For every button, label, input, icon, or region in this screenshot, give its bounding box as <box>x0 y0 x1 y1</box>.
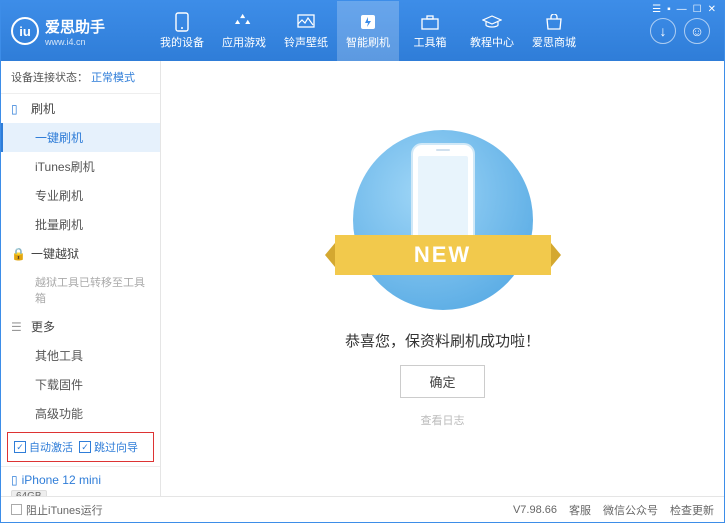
sidebar-item-advanced[interactable]: 高级功能 <box>1 399 160 428</box>
nav-label: 智能刷机 <box>346 34 390 50</box>
main-content: NEW 恭喜您，保资料刷机成功啦！ 确定 查看日志 <box>161 61 724 496</box>
device-info[interactable]: ▯ iPhone 12 mini 64GB Down-12mini-13,1 <box>1 466 160 496</box>
checkbox-label: 跳过向导 <box>94 439 138 455</box>
sidebar-section-jailbreak[interactable]: 🔒 一键越狱 <box>1 239 160 268</box>
success-illustration: NEW <box>353 130 533 310</box>
minimize-icon[interactable]: — <box>677 4 687 15</box>
confirm-button[interactable]: 确定 <box>400 365 484 398</box>
sidebar: 设备连接状态： 正常模式 ▯ 刷机 一键刷机 iTunes刷机 专业刷机 批量刷… <box>1 61 161 496</box>
nav-smart-flash[interactable]: 智能刷机 <box>337 1 399 61</box>
nav-label: 教程中心 <box>470 34 514 50</box>
menu-icon[interactable]: ☰ <box>652 4 661 15</box>
nav-my-device[interactable]: 我的设备 <box>151 1 213 61</box>
sidebar-item-onekey-flash[interactable]: 一键刷机 <box>1 123 160 152</box>
wallpaper-icon <box>296 12 316 32</box>
nav-label: 铃声壁纸 <box>284 34 328 50</box>
nav-ringtones-wallpapers[interactable]: 铃声壁纸 <box>275 1 337 61</box>
sidebar-item-other-tools[interactable]: 其他工具 <box>1 341 160 370</box>
sidebar-item-pro-flash[interactable]: 专业刷机 <box>1 181 160 210</box>
main-nav: 我的设备 应用游戏 铃声壁纸 智能刷机 工具箱 教程中心 <box>151 1 650 61</box>
new-ribbon: NEW <box>335 235 551 275</box>
checkbox-skip-guide[interactable]: ✓跳过向导 <box>79 439 138 455</box>
header-right: ↓ ☺ <box>650 18 714 44</box>
phone-icon <box>172 12 192 32</box>
customer-service-link[interactable]: 客服 <box>569 502 591 518</box>
nav-store[interactable]: 爱思商城 <box>523 1 585 61</box>
wechat-link[interactable]: 微信公众号 <box>603 502 658 518</box>
sidebar-item-itunes-flash[interactable]: iTunes刷机 <box>1 152 160 181</box>
nav-label: 爱思商城 <box>532 34 576 50</box>
sidebar-item-batch-flash[interactable]: 批量刷机 <box>1 210 160 239</box>
apps-icon <box>234 12 254 32</box>
version-label: V7.98.66 <box>513 504 557 516</box>
toolbox-icon <box>420 12 440 32</box>
device-name: ▯ iPhone 12 mini <box>11 473 150 487</box>
checkbox-block-itunes[interactable]: 阻止iTunes运行 <box>11 502 103 518</box>
user-button[interactable]: ☺ <box>684 18 710 44</box>
section-label: 更多 <box>31 318 55 335</box>
app-url: www.i4.cn <box>45 37 105 47</box>
grad-icon <box>482 12 502 32</box>
phone-icon: ▯ <box>11 102 25 116</box>
checkbox-auto-activate[interactable]: ✓自动激活 <box>14 439 73 455</box>
sidebar-item-download-firmware[interactable]: 下载固件 <box>1 370 160 399</box>
conn-mode: 正常模式 <box>91 72 135 84</box>
sidebar-section-more[interactable]: ☰ 更多 <box>1 312 160 341</box>
phone-icon: ▯ <box>11 473 18 487</box>
nav-label: 工具箱 <box>414 34 447 50</box>
nav-apps-games[interactable]: 应用游戏 <box>213 1 275 61</box>
logo-box: iu 爱思助手 www.i4.cn <box>11 16 151 47</box>
sidebar-section-flash[interactable]: ▯ 刷机 <box>1 94 160 123</box>
section-label: 刷机 <box>31 100 55 117</box>
flash-icon <box>358 12 378 32</box>
logo-text: 爱思助手 www.i4.cn <box>45 16 105 47</box>
logo-icon: iu <box>11 17 39 45</box>
sidebar-item-jailbreak-moved: 越狱工具已转移至工具箱 <box>1 268 160 312</box>
conn-label: 设备连接状态： <box>11 72 88 84</box>
nav-label: 我的设备 <box>160 34 204 50</box>
view-log-link[interactable]: 查看日志 <box>421 412 465 428</box>
window-controls: ☰ ▪ — ☐ ✕ <box>652 4 716 15</box>
app-header: iu 爱思助手 www.i4.cn 我的设备 应用游戏 铃声壁纸 智能刷机 <box>1 1 724 61</box>
app-title: 爱思助手 <box>45 16 105 37</box>
settings-icon[interactable]: ▪ <box>667 4 671 15</box>
checkbox-label: 阻止iTunes运行 <box>26 502 103 518</box>
flash-options: ✓自动激活 ✓跳过向导 <box>7 432 154 462</box>
lock-icon: 🔒 <box>11 247 25 261</box>
connection-status: 设备连接状态： 正常模式 <box>1 61 160 94</box>
list-icon: ☰ <box>11 320 25 334</box>
nav-tutorial-center[interactable]: 教程中心 <box>461 1 523 61</box>
checkbox-label: 自动激活 <box>29 439 73 455</box>
nav-toolbox[interactable]: 工具箱 <box>399 1 461 61</box>
store-icon <box>544 12 564 32</box>
section-label: 一键越狱 <box>31 245 79 262</box>
success-message: 恭喜您，保资料刷机成功啦！ <box>345 330 540 351</box>
nav-label: 应用游戏 <box>222 34 266 50</box>
footer: 阻止iTunes运行 V7.98.66 客服 微信公众号 检查更新 <box>1 496 724 522</box>
close-icon[interactable]: ✕ <box>708 4 716 15</box>
download-button[interactable]: ↓ <box>650 18 676 44</box>
maximize-icon[interactable]: ☐ <box>693 4 702 15</box>
check-update-link[interactable]: 检查更新 <box>670 502 714 518</box>
